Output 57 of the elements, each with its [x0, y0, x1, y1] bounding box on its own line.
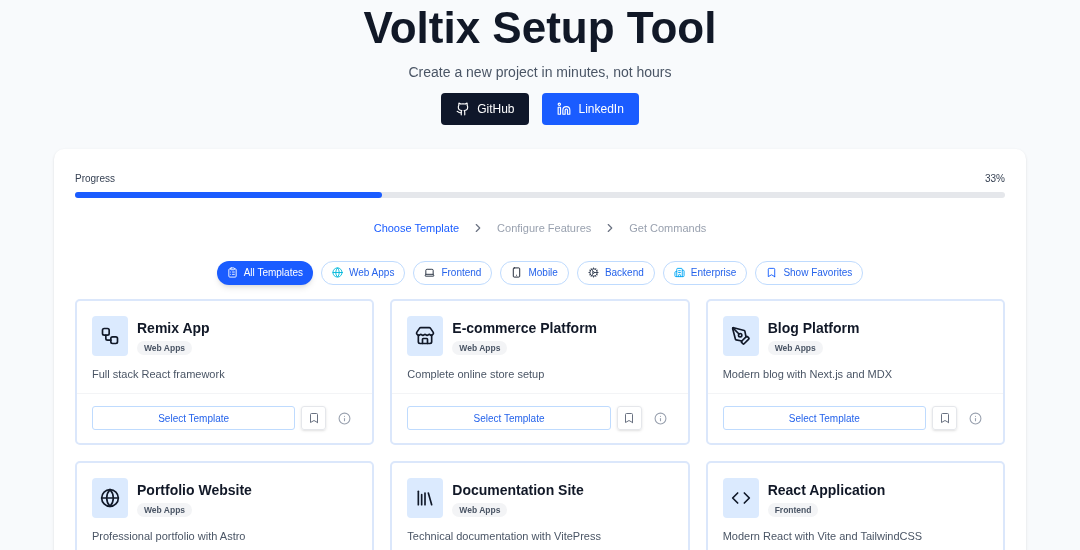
category-tag: Web Apps — [137, 502, 193, 518]
select-template-button[interactable]: Select Template — [407, 406, 611, 430]
template-name: React Application — [767, 480, 886, 499]
building-icon — [673, 267, 685, 278]
template-description: Complete online store setup — [406, 366, 546, 382]
template-name: Blog Platform — [767, 318, 860, 337]
select-template-button[interactable]: Select Template — [92, 406, 296, 430]
pen-icon — [730, 325, 751, 346]
bookmark-icon — [623, 412, 636, 424]
bookmark-icon — [766, 267, 778, 278]
template-name: E-commerce Platform — [452, 318, 598, 337]
phone-icon — [511, 267, 523, 278]
template-description: Professional portfolio with Astro — [91, 528, 247, 544]
bookmark-button[interactable] — [301, 406, 327, 430]
bookmark-icon — [307, 412, 320, 424]
template-description: Modern React with Vite and TailwindCSS — [721, 528, 924, 544]
clipboard-icon — [226, 267, 238, 278]
info-icon — [969, 411, 982, 425]
template-description: Technical documentation with VitePress — [406, 528, 602, 544]
subtitle: Create a new project in minutes, not hours — [408, 63, 672, 82]
filter-chip[interactable]: Mobile — [500, 260, 569, 285]
gear-icon — [587, 267, 599, 278]
progress-reading: 33% — [985, 172, 1005, 186]
bookmark-icon — [938, 412, 951, 424]
category-tag: Web Apps — [767, 340, 823, 356]
filter-chip[interactable]: Show Favorites — [755, 260, 864, 285]
filter-chip[interactable]: Backend — [576, 260, 655, 285]
info-icon — [653, 411, 667, 425]
template-name: Portfolio Website — [137, 480, 252, 499]
progress-label: Progress — [75, 172, 115, 186]
globe-icon — [100, 487, 120, 508]
github-icon — [456, 102, 471, 116]
category-tag: Frontend — [767, 502, 819, 518]
bookmark-button[interactable] — [616, 406, 642, 430]
laptop-icon — [424, 267, 436, 278]
template-description: Modern blog with Next.js and MDX — [721, 366, 893, 382]
github-button[interactable]: GitHub — [441, 93, 530, 125]
info-icon — [338, 411, 352, 425]
template-description: Full stack React framework — [91, 366, 226, 382]
page-title: Voltix Setup Tool — [363, 4, 717, 52]
filter-chip[interactable]: Enterprise — [662, 260, 748, 285]
linkedin-button[interactable]: LinkedIn — [542, 93, 639, 125]
bookmark-button[interactable] — [932, 406, 957, 430]
category-tag: Web Apps — [137, 340, 193, 356]
linkedin-icon — [557, 102, 572, 116]
store-icon — [415, 325, 436, 346]
step-tab[interactable]: Choose Template — [373, 220, 460, 237]
template-name: Remix App — [137, 318, 210, 337]
filter-chip[interactable]: Web Apps — [321, 260, 406, 285]
filter-chip[interactable]: Frontend — [413, 260, 493, 285]
select-template-button[interactable]: Select Template — [722, 406, 926, 430]
globe-icon — [332, 267, 343, 278]
category-tag: Web Apps — [452, 340, 508, 356]
filter-chip[interactable]: All Templates — [216, 260, 313, 285]
flowchart-icon — [100, 325, 120, 346]
category-tag: Web Apps — [452, 502, 508, 518]
template-name: Documentation Site — [452, 480, 584, 499]
